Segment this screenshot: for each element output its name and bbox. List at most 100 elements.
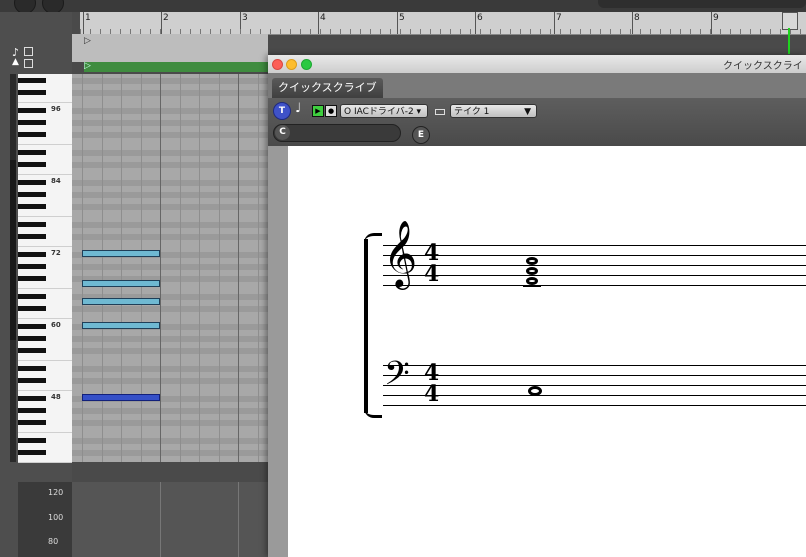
ruler-tick [450,29,451,34]
ruler-tick [740,29,741,34]
note-grid[interactable] [72,74,268,462]
zoom-icon[interactable] [24,59,33,68]
black-key[interactable] [18,78,46,83]
window-titlebar[interactable]: クイックスクライ [268,55,806,74]
ruler-tick [570,29,571,34]
play-arrow-icon: ▷ [84,61,91,71]
score-area[interactable]: 𝄞 4 4 𝄢 4 4 [288,146,806,557]
ruler-tick [280,29,281,34]
text-button[interactable]: T [273,102,291,120]
midi-note[interactable] [82,250,160,257]
black-key[interactable] [18,366,46,371]
record-icon[interactable]: ● [325,105,337,117]
quarter-note-icon[interactable]: ♩ [295,101,301,116]
ruler-tick [610,29,611,34]
grid-bar-line [238,74,239,462]
bar-ruler[interactable]: 1 2 3 4 5 6 7 8 9 [80,12,806,35]
black-key[interactable] [18,192,46,197]
bass-clef: 𝄢 [384,355,410,401]
black-key[interactable] [18,120,46,125]
midi-note[interactable] [82,298,160,305]
black-key[interactable] [18,450,46,455]
black-key[interactable] [18,204,46,209]
chord-treble[interactable] [523,257,542,287]
black-key[interactable] [18,150,46,155]
black-key[interactable] [18,252,46,257]
black-key[interactable] [18,324,46,329]
midi-note[interactable] [82,322,160,329]
pitch-label: 72 [51,249,61,257]
bar-number: 5 [399,13,405,23]
bar-number: 8 [634,13,640,23]
ruler-tick [330,29,331,34]
position-display [598,0,806,8]
region-bar[interactable]: ▷ [84,61,284,72]
grid-beat-line [121,74,122,462]
grid-beat-line [180,74,181,462]
black-key[interactable] [18,90,46,95]
midi-note[interactable] [82,280,160,287]
black-key[interactable] [18,222,46,227]
c-button[interactable]: C [275,125,290,140]
close-button[interactable] [272,59,283,70]
ruler-tick [780,29,781,34]
white-key-line [18,432,72,433]
black-key[interactable] [18,132,46,137]
ruler-tick [660,29,661,34]
snap-icon[interactable] [24,47,33,56]
pitch-label: 60 [51,321,61,329]
play-icon[interactable]: ▶ [312,105,324,117]
e-button[interactable]: E [412,126,430,144]
black-key[interactable] [18,180,46,185]
white-key-line [18,174,72,175]
treble-clef: 𝄞 [383,219,418,287]
grid-beat-line [141,74,142,462]
tab-quick-scribe[interactable]: クイックスクライブ [272,78,383,98]
ruler-tick [770,29,771,34]
ruler-tick [340,29,341,34]
black-key[interactable] [18,306,46,311]
whole-note-bass[interactable] [528,386,542,396]
black-key[interactable] [18,408,46,413]
midi-port-select[interactable]: O IACドライバ-2 ▾ [340,104,428,118]
ruler-tick [580,29,581,34]
black-key[interactable] [18,378,46,383]
zoom-button[interactable] [301,59,312,70]
playhead-line [788,28,790,54]
ruler-tick [650,29,651,34]
black-key[interactable] [18,336,46,341]
piano-keyboard[interactable]: 96 84 72 60 48 [18,74,73,463]
black-key[interactable] [18,234,46,239]
ruler-tick [700,29,701,34]
black-key[interactable] [18,108,46,113]
midi-note-selected[interactable] [82,394,160,401]
playhead-handle[interactable] [782,12,798,30]
ruler-tick [540,29,541,34]
ruler-tick [630,29,631,34]
take-select[interactable]: テイク 1 ▼ [450,104,537,118]
black-key[interactable] [18,348,46,353]
velocity-lane[interactable] [72,482,268,557]
black-key[interactable] [18,294,46,299]
scroll-thumb[interactable] [10,160,16,340]
link-icon[interactable] [435,109,445,115]
white-key-line [18,360,72,361]
white-key-line [18,318,72,319]
grid-beat-line [199,74,200,462]
black-key[interactable] [18,264,46,269]
black-key[interactable] [18,276,46,281]
black-key[interactable] [18,438,46,443]
cycle-area[interactable]: ▷ [72,34,268,62]
ruler-tick [440,29,441,34]
minimize-button[interactable] [286,59,297,70]
black-key[interactable] [18,396,46,401]
bar-number: 6 [477,13,483,23]
time-signature-denominator: 4 [424,261,440,287]
velocity-label: 80 [48,537,59,546]
up-arrow-icon[interactable]: ▲ [12,57,19,67]
chord-field[interactable]: C [273,124,401,142]
black-key[interactable] [18,420,46,425]
black-key[interactable] [18,162,46,167]
white-key-line [18,390,72,391]
ruler-tick [380,29,381,34]
